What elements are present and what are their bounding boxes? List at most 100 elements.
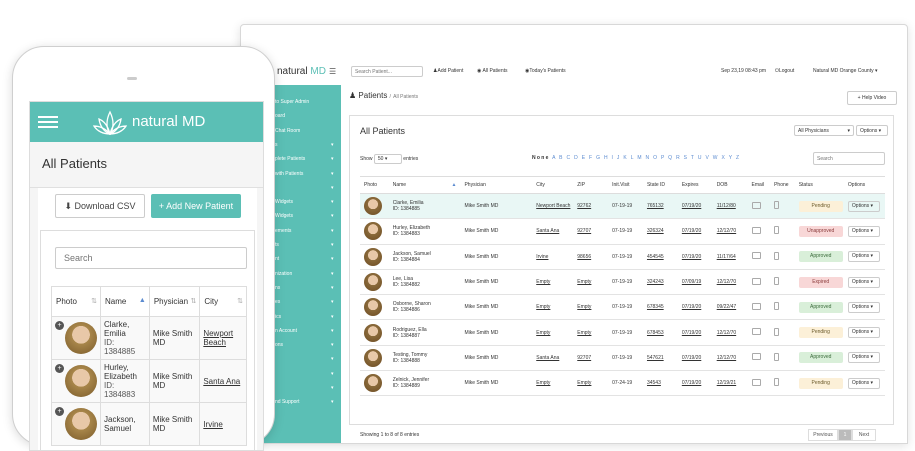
sidebar-item[interactable]: ts <box>275 242 279 248</box>
table-row[interactable]: Clarke, Emilia ID: 1384885 Mike Smith MD Ne… <box>360 193 885 220</box>
envelope-icon[interactable] <box>751 378 761 386</box>
zip-link[interactable]: 92707 <box>573 218 609 245</box>
hamburger-menu-icon[interactable] <box>38 116 58 128</box>
previous-button[interactable]: Previous <box>808 429 838 441</box>
patient-name[interactable]: Jackson, Samuel <box>104 415 146 433</box>
state-id-link[interactable]: 34543 <box>642 370 678 397</box>
alpha-none[interactable]: None <box>532 155 550 161</box>
dob-link[interactable]: 09/22/47 <box>712 294 748 321</box>
zip-link[interactable]: Empty <box>573 319 609 346</box>
dob-link[interactable]: 12/12/70 <box>712 218 748 245</box>
mobile-search-input[interactable] <box>55 247 247 269</box>
table-row[interactable]: Testing, Tommy ID: 1384888 Mike Smith MD Sa… <box>360 345 885 372</box>
row-options-button[interactable]: Options ▾ <box>847 225 880 237</box>
sidebar-item[interactable]: with Patients <box>275 171 303 177</box>
sidebar-item[interactable]: nd Support <box>275 399 299 405</box>
column-header[interactable]: Options <box>843 176 885 194</box>
column-header[interactable]: Photo <box>360 176 389 194</box>
city-link[interactable]: Santa Ana <box>199 359 247 403</box>
help-video-button[interactable]: + Help Video <box>847 91 897 105</box>
city-link[interactable]: Irvine <box>532 244 574 270</box>
state-id-link[interactable]: 678453 <box>642 319 678 346</box>
next-button[interactable]: Next <box>852 429 876 441</box>
zip-link[interactable]: 98656 <box>573 244 609 270</box>
column-header[interactable]: Init.Visit <box>608 176 643 194</box>
physician-link[interactable]: Mike Smith MD <box>460 218 533 245</box>
expand-row-icon[interactable]: + <box>55 407 64 416</box>
sidebar-item[interactable]: es <box>275 299 280 305</box>
zip-link[interactable]: Empty <box>573 294 609 321</box>
phone-icon[interactable] <box>774 251 780 260</box>
state-id-link[interactable]: 547621 <box>642 345 678 372</box>
phone-icon[interactable] <box>774 378 780 387</box>
table-row[interactable]: Osborne, Sharon ID: 1384886 Mike Smith MD E… <box>360 294 885 321</box>
zip-link[interactable]: Empty <box>573 370 609 397</box>
physician-link[interactable]: Mike Smith MD <box>460 294 533 321</box>
column-header[interactable]: Physician <box>460 176 533 194</box>
expires-link[interactable]: 07/19/20 <box>677 370 713 397</box>
sidebar-item[interactable]: nization <box>275 271 292 277</box>
physician-filter-select[interactable]: All Physicians ▾ <box>794 125 854 136</box>
sidebar-item[interactable]: oard <box>275 113 285 119</box>
options-dropdown[interactable]: Options ▾ <box>856 125 888 136</box>
table-row[interactable]: + Clarke, Emilia ID: 1384885 Mike Smith MD N… <box>51 316 247 360</box>
city-link[interactable]: Newport Beach <box>532 193 574 220</box>
sidebar-item[interactable]: ements <box>275 228 291 234</box>
todays-patients-link[interactable]: ◉Today's Patients <box>525 68 566 74</box>
column-header[interactable]: Physician ⇅ <box>148 286 201 317</box>
state-id-link[interactable]: 326324 <box>642 218 678 245</box>
column-header[interactable]: Photo ⇅ <box>51 286 101 317</box>
table-row[interactable]: + Jackson, Samuel Mike Smith MD Irvine <box>51 402 247 446</box>
table-row[interactable]: Rodriguez, Ella ID: 1384887 Mike Smith MD E… <box>360 319 885 346</box>
patient-avatar[interactable] <box>364 222 382 241</box>
physician-link[interactable]: Mike Smith MD <box>148 402 201 446</box>
expires-link[interactable]: 07/09/19 <box>677 269 713 296</box>
all-patients-link[interactable]: ◉ All Patients <box>477 68 508 74</box>
patient-avatar[interactable] <box>364 374 382 393</box>
page-size-select[interactable]: 50 ▾ <box>373 154 402 164</box>
sidebar-item[interactable]: Widgets <box>275 199 293 205</box>
clinic-select[interactable]: Natural MD Orange County ▾ <box>813 68 878 74</box>
sidebar-item[interactable]: Chat Room <box>275 128 300 134</box>
table-search-input[interactable] <box>813 152 885 165</box>
row-options-button[interactable]: Options ▾ <box>847 377 880 389</box>
city-link[interactable]: Empty <box>532 269 574 296</box>
phone-icon[interactable] <box>774 327 780 336</box>
city-link[interactable]: Irvine <box>199 402 247 446</box>
dob-link[interactable]: 11/17/64 <box>712 244 748 270</box>
dob-link[interactable]: 12/12/70 <box>712 269 748 296</box>
patient-avatar[interactable] <box>364 273 382 292</box>
physician-link[interactable]: Mike Smith MD <box>460 193 533 220</box>
row-options-button[interactable]: Options ▾ <box>847 251 880 263</box>
patient-avatar[interactable] <box>364 298 382 317</box>
patient-avatar[interactable] <box>65 365 97 397</box>
state-id-link[interactable]: 765132 <box>642 193 678 220</box>
expires-link[interactable]: 07/19/20 <box>677 345 713 372</box>
sidebar-item[interactable]: ns <box>275 285 280 291</box>
patient-avatar[interactable] <box>364 323 382 342</box>
city-link[interactable]: Santa Ana <box>532 345 574 372</box>
city-link[interactable]: Empty <box>532 319 574 346</box>
table-row[interactable]: Zelnick, Jennifer ID: 1384889 Mike Smith M… <box>360 370 885 397</box>
patient-name[interactable]: Clarke, Emilia <box>104 320 146 338</box>
city-link[interactable]: Empty <box>532 294 574 321</box>
zip-link[interactable]: 92762 <box>573 193 609 220</box>
row-options-button[interactable]: Options ▾ <box>847 200 880 212</box>
expires-link[interactable]: 07/19/20 <box>677 193 713 220</box>
page-1-button[interactable]: 1 <box>838 429 852 441</box>
state-id-link[interactable]: 678345 <box>642 294 678 321</box>
envelope-icon[interactable] <box>751 302 761 310</box>
row-options-button[interactable]: Options ▾ <box>847 352 880 364</box>
physician-link[interactable]: Mike Smith MD <box>460 269 533 296</box>
city-link[interactable]: Newport Beach <box>199 316 247 360</box>
expand-row-icon[interactable]: + <box>55 364 64 373</box>
physician-link[interactable]: Mike Smith MD <box>460 370 533 397</box>
expires-link[interactable]: 07/19/20 <box>677 244 713 270</box>
dob-link[interactable]: 12/12/70 <box>712 345 748 372</box>
breadcrumb-current[interactable]: All Patients <box>393 94 418 100</box>
sidebar-item[interactable]: n Account <box>275 328 297 334</box>
patient-avatar[interactable] <box>364 247 382 266</box>
sidebar-item[interactable]: ics <box>275 314 281 320</box>
envelope-icon[interactable] <box>751 201 761 209</box>
phone-icon[interactable] <box>774 201 780 210</box>
